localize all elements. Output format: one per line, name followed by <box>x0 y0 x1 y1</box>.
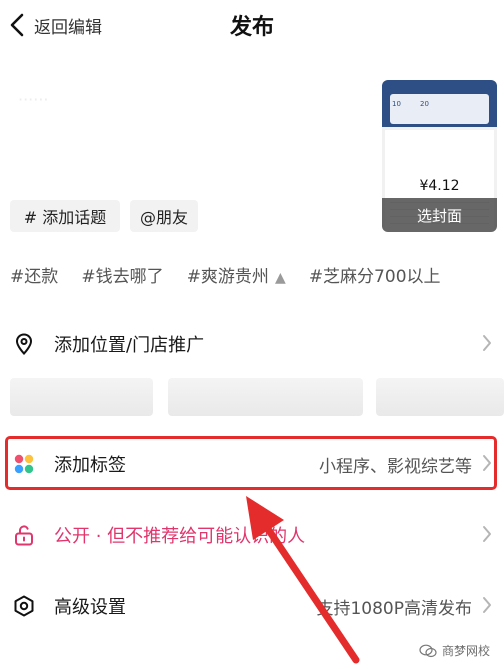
add-tags-row[interactable]: 添加标签 小程序、影视综艺等 <box>0 440 504 488</box>
cover-amount: ¥4.12 <box>419 178 460 194</box>
suggested-topics: #还款 #钱去哪了 #爽游贵州 ▲ #芝麻分700以上 <box>10 262 504 290</box>
unlock-icon <box>15 525 33 546</box>
mention-friend-chip[interactable]: @朋友 <box>130 200 198 232</box>
topic-suggestion[interactable]: #爽游贵州 ▲ <box>187 262 286 287</box>
cover-card-value-a: 10 <box>392 100 401 108</box>
topic-suggestion[interactable]: #还款 <box>10 262 58 287</box>
tags-value: 小程序、影视综艺等 <box>319 456 472 477</box>
settings-hexagon-icon <box>14 595 34 617</box>
location-suggestion-chip[interactable] <box>376 378 504 416</box>
location-suggestion-chip[interactable] <box>168 378 363 416</box>
add-location-row[interactable]: 添加位置/门店推广 <box>0 320 504 368</box>
topic-suggestion[interactable]: #芝麻分700以上 <box>309 262 441 287</box>
privacy-row[interactable]: 公开 · 但不推荐给可能认识的人 <box>0 511 504 559</box>
location-suggestion-chip[interactable] <box>10 378 153 416</box>
cover-card-value-b: 20 <box>420 100 429 108</box>
advanced-settings-label: 高级设置 <box>54 597 126 618</box>
privacy-label: 公开 · 但不推荐给可能认识的人 <box>54 526 306 547</box>
chevron-right-icon <box>483 335 491 351</box>
location-pin-icon <box>15 333 33 355</box>
watermark-text: 商梦网校 <box>441 644 490 658</box>
select-cover-button[interactable]: 选封面 <box>382 198 497 232</box>
cover-thumbnail[interactable]: 10 20 ¥4.12 选封面 <box>382 80 497 232</box>
page-title: 发布 <box>229 15 274 40</box>
topic-suggestion-label: #爽游贵州 <box>186 267 269 287</box>
tags-dots-icon <box>14 454 34 474</box>
tags-label: 添加标签 <box>54 455 126 476</box>
topic-suggestion[interactable]: #钱去哪了 <box>81 262 163 287</box>
header-bar: 返回编辑 发布 <box>0 0 504 50</box>
caption-input[interactable]: ······ <box>18 90 49 109</box>
fire-icon: ▲ <box>274 270 286 286</box>
wechat-icon <box>419 644 437 657</box>
chevron-right-icon <box>483 526 491 542</box>
chevron-right-icon <box>483 455 491 471</box>
chevron-right-icon <box>483 597 491 613</box>
add-topic-chip[interactable]: # 添加话题 <box>10 200 120 232</box>
advanced-settings-row[interactable]: 高级设置 支持1080P高清发布 <box>0 582 504 630</box>
advanced-settings-value: 支持1080P高清发布 <box>316 598 472 619</box>
watermark: 商梦网校 <box>419 642 490 659</box>
cover-card <box>390 94 489 124</box>
location-label: 添加位置/门店推广 <box>54 335 205 356</box>
